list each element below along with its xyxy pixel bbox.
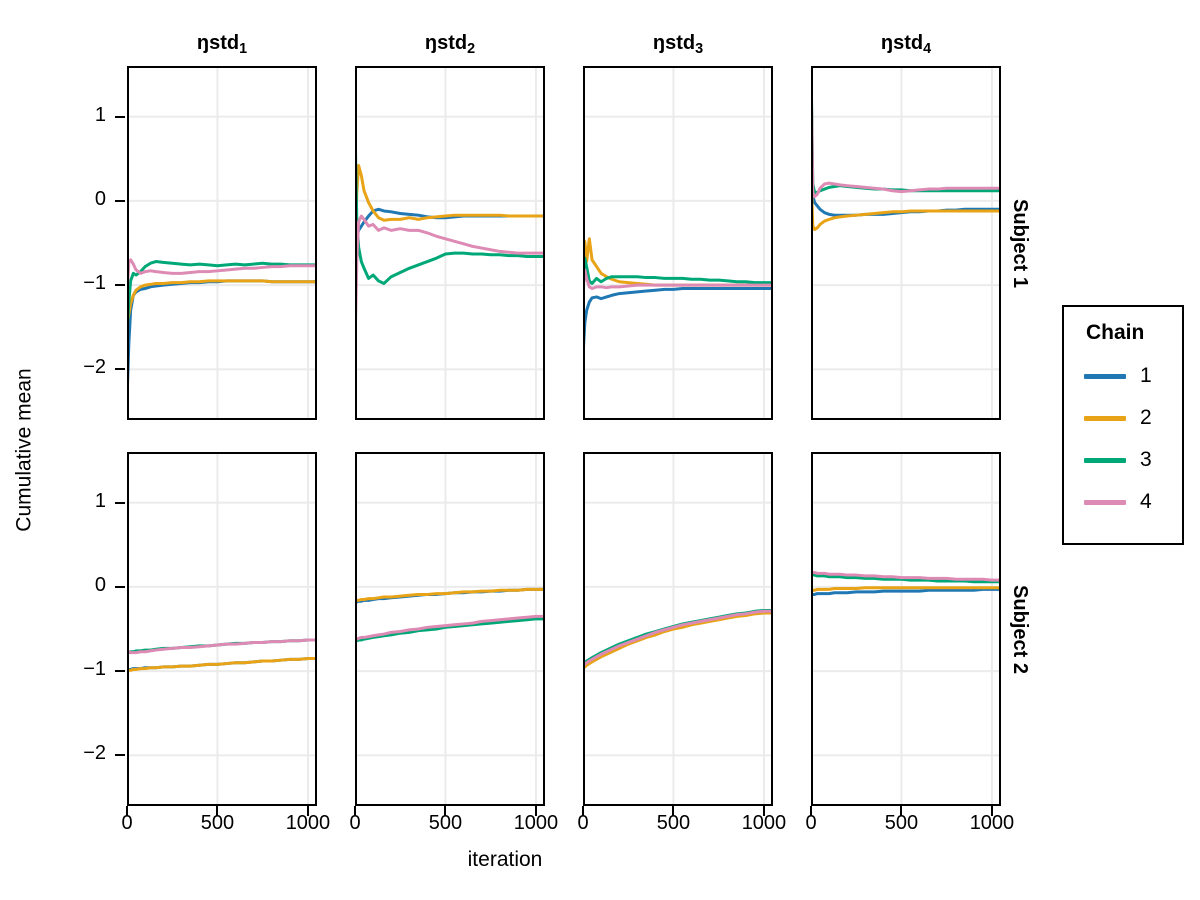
facet-row-label-2: Subject 2 <box>1008 584 1031 674</box>
y-tick-mark <box>115 585 125 588</box>
legend: Chain 1 2 3 4 <box>1062 305 1184 545</box>
panel-subject-2-col1 <box>127 452 317 806</box>
y-tick-label: −2 <box>83 356 106 379</box>
series-line-chain-4 <box>129 638 315 655</box>
legend-item-1[interactable]: 1 <box>1084 355 1182 397</box>
y-axis-title: Cumulative mean <box>13 368 36 532</box>
y-tick-label: 0 <box>94 573 106 596</box>
legend-item-label: 1 <box>1140 364 1152 387</box>
x-tick-mark <box>444 806 447 816</box>
y-tick-label: 1 <box>94 103 106 126</box>
x-tick-mark <box>810 806 812 816</box>
panel-subject-2-col3 <box>583 452 773 806</box>
y-tick-mark <box>115 754 125 757</box>
legend-item-3[interactable]: 3 <box>1084 439 1182 481</box>
panel-subject-1-col2 <box>355 66 545 420</box>
y-tick-label: −1 <box>83 658 106 681</box>
legend-color-key-4 <box>1084 499 1126 505</box>
x-axis-title: iteration <box>467 848 543 871</box>
series-line-chain-2 <box>585 611 771 669</box>
panel-subject-1-col1 <box>127 66 317 420</box>
series-line-chain-1 <box>129 279 315 385</box>
legend-item-label: 4 <box>1140 490 1152 513</box>
x-tick-mark <box>762 806 765 816</box>
panel-subject-1-col3 <box>583 66 773 420</box>
series-line-chain-1 <box>585 609 771 669</box>
panel-subject-2-col2 <box>355 452 545 806</box>
y-tick-mark <box>115 284 125 287</box>
x-tick-mark <box>306 806 309 816</box>
y-tick-mark <box>115 368 125 371</box>
legend-color-key-3 <box>1084 457 1126 463</box>
y-tick-mark <box>115 115 125 118</box>
panel-subject-2-col4 <box>811 452 1001 806</box>
y-tick-label: 0 <box>94 187 106 210</box>
facet-row-label-1: Subject 1 <box>1008 198 1031 288</box>
facet-column-label-2: ŋstd2 <box>424 32 476 58</box>
series-line-chain-2 <box>357 163 543 237</box>
y-tick-mark <box>115 501 125 504</box>
facet-column-label-3: ŋstd3 <box>652 32 704 58</box>
series-line-chain-3 <box>585 608 771 665</box>
legend-item-4[interactable]: 4 <box>1084 481 1182 523</box>
y-tick-mark <box>115 670 125 673</box>
legend-title: Chain <box>1086 321 1145 344</box>
facet-column-label-1: ŋstd1 <box>196 32 248 58</box>
y-tick-label: −2 <box>83 742 106 765</box>
series-line-chain-3 <box>357 617 543 643</box>
x-tick-mark <box>354 806 356 816</box>
series-line-chain-1 <box>813 587 999 596</box>
chart-root: Cumulative mean iteration ŋstd1 ŋstd2 ŋstd… <box>0 0 1200 900</box>
legend-items: 1 2 3 4 <box>1064 355 1182 523</box>
panel-subject-1-col4 <box>811 66 1001 420</box>
series-line-chain-4 <box>813 103 999 199</box>
series-line-chain-3 <box>357 151 543 285</box>
x-tick-mark <box>582 806 584 816</box>
series-line-chain-1 <box>585 287 771 347</box>
y-tick-label: 1 <box>94 489 106 512</box>
series-line-chain-4 <box>585 609 771 667</box>
legend-item-2[interactable]: 2 <box>1084 397 1182 439</box>
y-tick-mark <box>115 199 125 202</box>
y-tick-label: −1 <box>83 272 106 295</box>
x-tick-mark <box>126 806 128 816</box>
facet-column-label-4: ŋstd4 <box>880 32 932 58</box>
x-tick-mark <box>900 806 903 816</box>
x-tick-mark <box>990 806 993 816</box>
x-tick-mark <box>534 806 537 816</box>
legend-item-label: 3 <box>1140 448 1152 471</box>
series-line-chain-4 <box>357 214 543 323</box>
x-tick-mark <box>216 806 219 816</box>
legend-item-label: 2 <box>1140 406 1152 429</box>
series-line-chain-1 <box>813 179 999 217</box>
series-line-chain-2 <box>129 657 315 672</box>
x-tick-mark <box>672 806 675 816</box>
legend-color-key-1 <box>1084 373 1126 379</box>
legend-color-key-2 <box>1084 415 1126 421</box>
series-line-chain-3 <box>813 99 999 194</box>
